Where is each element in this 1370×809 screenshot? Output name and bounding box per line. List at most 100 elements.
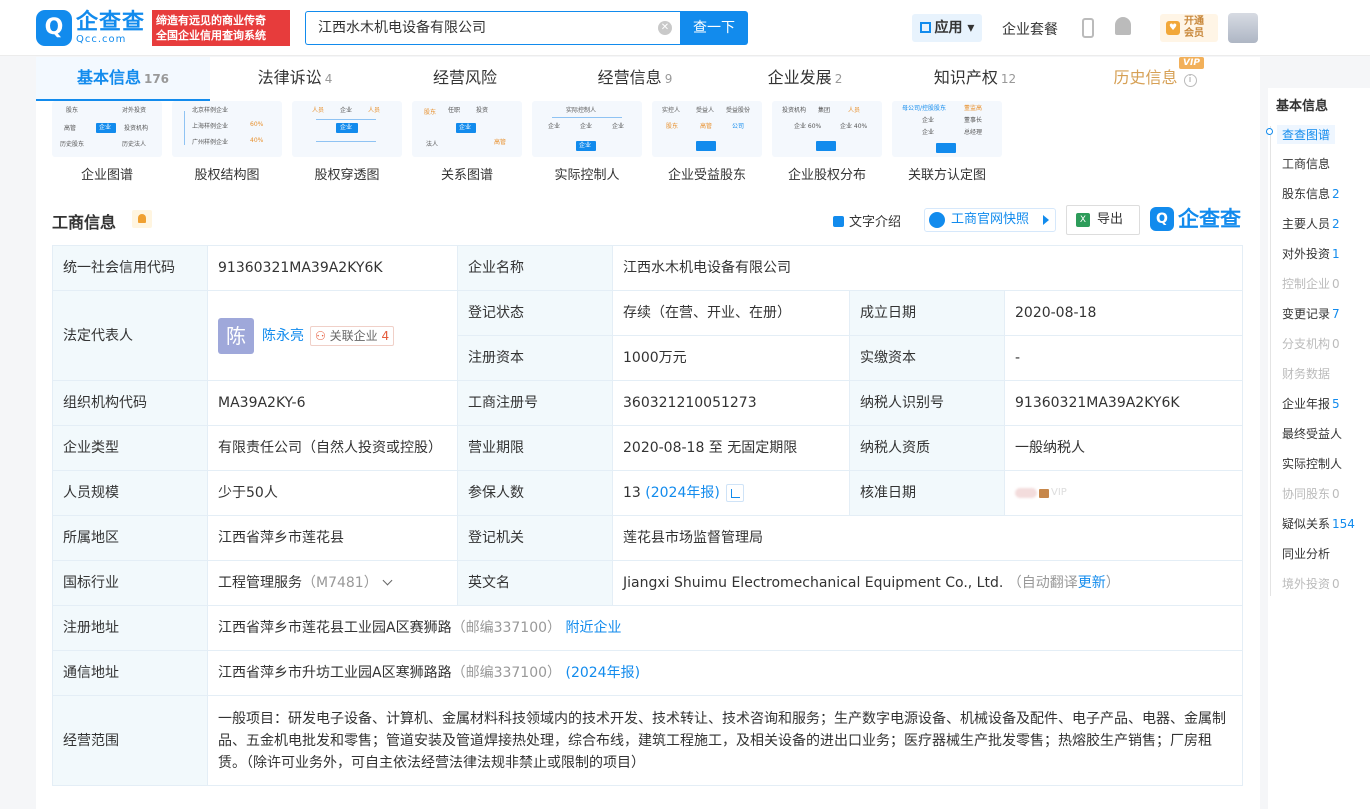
mail-address-zip: （邮编337100） [451, 665, 562, 681]
sidebar-item-peer-analysis[interactable]: 同业分析 [1282, 545, 1330, 562]
thumb-text: 高管 [64, 125, 77, 132]
tab-count: 9 [664, 72, 673, 86]
sidebar-item-beneficiary[interactable]: 最终受益人 [1282, 425, 1342, 442]
org-code-value[interactable]: MA39A2KY-6 [207, 380, 458, 426]
business-info-table: 统一社会信用代码 91360321MA39A2KY6K 企业名称 江西水木机电设… [52, 245, 1243, 786]
snapshot-icon [929, 212, 945, 228]
thumb-line [316, 119, 376, 120]
thumb-text: 受益人 [696, 107, 715, 114]
snapshot-button[interactable]: 工商官网快照 [924, 208, 1056, 232]
vip-line-2: 会员 [1184, 28, 1204, 39]
taxpayer-id-value[interactable]: 91360321MA39A2KY6K [1004, 380, 1243, 426]
sidebar-item-label: 控制企业 [1282, 277, 1331, 291]
vip-open-button[interactable]: ♥ 开通 会员 [1160, 14, 1218, 42]
insured-key: 参保人数 [457, 470, 613, 516]
tab-risk[interactable]: 经营风险 [380, 57, 550, 101]
graph-strip: 股东 对外投资 高管 企业 投资机构 历史股东 历史法人 企业图谱 北京样例企业… [52, 101, 1012, 186]
tab-ip[interactable]: 知识产权 12 [890, 57, 1060, 101]
legal-rep-name[interactable]: 陈永亮 [262, 328, 304, 344]
thumb-text: 企业 [922, 129, 935, 136]
authority-key: 登记机关 [457, 515, 613, 561]
tab-operation[interactable]: 经营信息 9 [550, 57, 720, 101]
thumb-text: 股东 [424, 109, 437, 116]
graph-equity-structure[interactable]: 北京样例企业 上海样例企业 60% 广州样例企业 40% 股权结构图 [172, 101, 282, 186]
sidebar-item-branches[interactable]: 分支机构 0 [1282, 335, 1340, 352]
sidebar-item-suspected-relations[interactable]: 疑似关系 154 [1282, 515, 1355, 532]
update-translation-link[interactable]: 更新 [1078, 575, 1106, 591]
sidebar-item-controller[interactable]: 实际控制人 [1282, 455, 1342, 472]
business-term-value: 2020-08-18 至 无固定期限 [612, 425, 850, 471]
sidebar-item-financials[interactable]: 财务数据 [1282, 365, 1330, 382]
qcc-logo[interactable]: Q 企查查 Qcc.com [36, 10, 150, 46]
sidebar-item-shareholders[interactable]: 股东信息 2 [1282, 185, 1340, 202]
sidebar-item-annual-reports[interactable]: 企业年报 5 [1282, 395, 1340, 412]
sidebar-item-graph[interactable]: 查查图谱 [1277, 125, 1336, 144]
company-name-value[interactable]: 江西水木机电设备有限公司 [612, 245, 1243, 291]
sidebar-item-label: 工商信息 [1282, 157, 1331, 171]
thumb-text: 法人 [426, 141, 439, 148]
credit-code-value[interactable]: 91360321MA39A2KY6K [207, 245, 458, 291]
related-label: 关联企业 [329, 328, 378, 343]
sidebar-title: 基本信息 [1276, 99, 1329, 114]
tab-legal[interactable]: 法律诉讼 4 [210, 57, 380, 101]
company-name-key: 企业名称 [457, 245, 613, 291]
mail-report-link[interactable]: (2024年报) [565, 665, 640, 681]
english-name-value: Jiangxi Shuimu Electromechanical Equipme… [623, 575, 1004, 591]
thumb-text: 任职 [448, 107, 461, 114]
graph-relations[interactable]: 股东 任职 投资 企业 法人 高管 关系图谱 [412, 101, 522, 186]
trend-chart-icon[interactable] [725, 484, 744, 502]
reg-no-value[interactable]: 360321210051273 [612, 380, 850, 426]
graph-related-party[interactable]: 母公司/控股股东 董监高 企业 董事长 企业 总经理 关联方认定图 [892, 101, 1002, 186]
monitor-bell-icon[interactable] [132, 210, 152, 228]
tab-label: 知识产权 [933, 68, 998, 87]
related-companies-button[interactable]: ⚇ 关联企业 4 [310, 325, 395, 346]
thumb-text: 股东 [666, 123, 679, 130]
search-input[interactable]: 江西水木机电设备有限公司 ✕ [305, 11, 680, 45]
text-intro-button[interactable]: 文字介绍 [833, 211, 901, 230]
sidebar-item-controlled[interactable]: 控制企业 0 [1282, 275, 1340, 292]
search-button[interactable]: 查一下 [680, 11, 748, 45]
graph-penetration[interactable]: 人员 企业 人员 企业 股权穿透图 [292, 101, 402, 186]
tab-development[interactable]: 企业发展 2 [720, 57, 890, 101]
nearby-companies-link[interactable]: 附近企业 [565, 620, 621, 636]
chevron-down-icon[interactable] [382, 575, 393, 586]
lock-icon [1039, 488, 1049, 498]
clear-icon[interactable]: ✕ [658, 21, 672, 35]
sidebar-item-co-shareholders[interactable]: 协同股东 0 [1282, 485, 1340, 502]
sidebar-item-overseas[interactable]: 境外投资 0 [1282, 575, 1340, 592]
app-menu-button[interactable]: 应用 ▾ [912, 14, 982, 42]
sidebar-item-business-info[interactable]: 工商信息 [1282, 155, 1330, 172]
sidebar-item-count: 0 [1332, 277, 1340, 291]
thumb-text: 企业 [579, 142, 592, 149]
graph-equity-distribution[interactable]: 投资机构 集团 人员 企业 60% 企业 40% 企业股权分布 [772, 101, 882, 186]
sidebar-item-label: 股东信息 [1282, 187, 1331, 201]
sidebar-item-key-personnel[interactable]: 主要人员 2 [1282, 215, 1340, 232]
sidebar-item-changes[interactable]: 变更记录 7 [1282, 305, 1340, 322]
industry-cell[interactable]: 工程管理服务（M7481） [207, 560, 458, 606]
user-avatar[interactable] [1228, 13, 1258, 43]
sidebar-item-investments[interactable]: 对外投资 1 [1282, 245, 1340, 262]
sidebar-item-label: 分支机构 [1282, 337, 1331, 351]
blurred-value [1015, 488, 1037, 498]
graph-enterprise[interactable]: 股东 对外投资 高管 企业 投资机构 历史股东 历史法人 企业图谱 [52, 101, 162, 186]
sidebar-item-count: 2 [1332, 187, 1340, 201]
thumb-text: 总经理 [964, 129, 983, 136]
package-link[interactable]: 企业套餐 [1002, 19, 1058, 39]
tab-basic-info[interactable]: 基本信息 176 [36, 57, 210, 101]
mobile-icon[interactable] [1082, 18, 1094, 38]
approve-date-cell[interactable]: VIP [1004, 470, 1243, 516]
thumb-text: 企业 [548, 123, 561, 130]
graph-thumbnail: 股东 任职 投资 企业 法人 高管 [412, 101, 522, 157]
reg-address-value: 江西省萍乡市莲花县工业园A区赛狮路 [218, 620, 452, 636]
graph-actual-controller[interactable]: 实际控制人 企业 企业 企业 企业 实际控制人 [532, 101, 642, 186]
graph-beneficiary[interactable]: 实控人 受益人 受益股份 股东 高管 公司 企业受益股东 [652, 101, 762, 186]
vip-label: VIP [1051, 487, 1067, 498]
graph-label: 企业股权分布 [787, 168, 866, 183]
export-button[interactable]: X 导出 [1066, 205, 1140, 235]
capital-value: 1000万元 [612, 335, 850, 381]
graph-label: 实际控制人 [554, 168, 620, 183]
insured-report-link[interactable]: (2024年报) [645, 485, 720, 501]
legal-rep-avatar[interactable]: 陈 [218, 317, 254, 354]
notification-bell-icon[interactable] [1115, 17, 1131, 35]
thumb-line [316, 141, 376, 142]
